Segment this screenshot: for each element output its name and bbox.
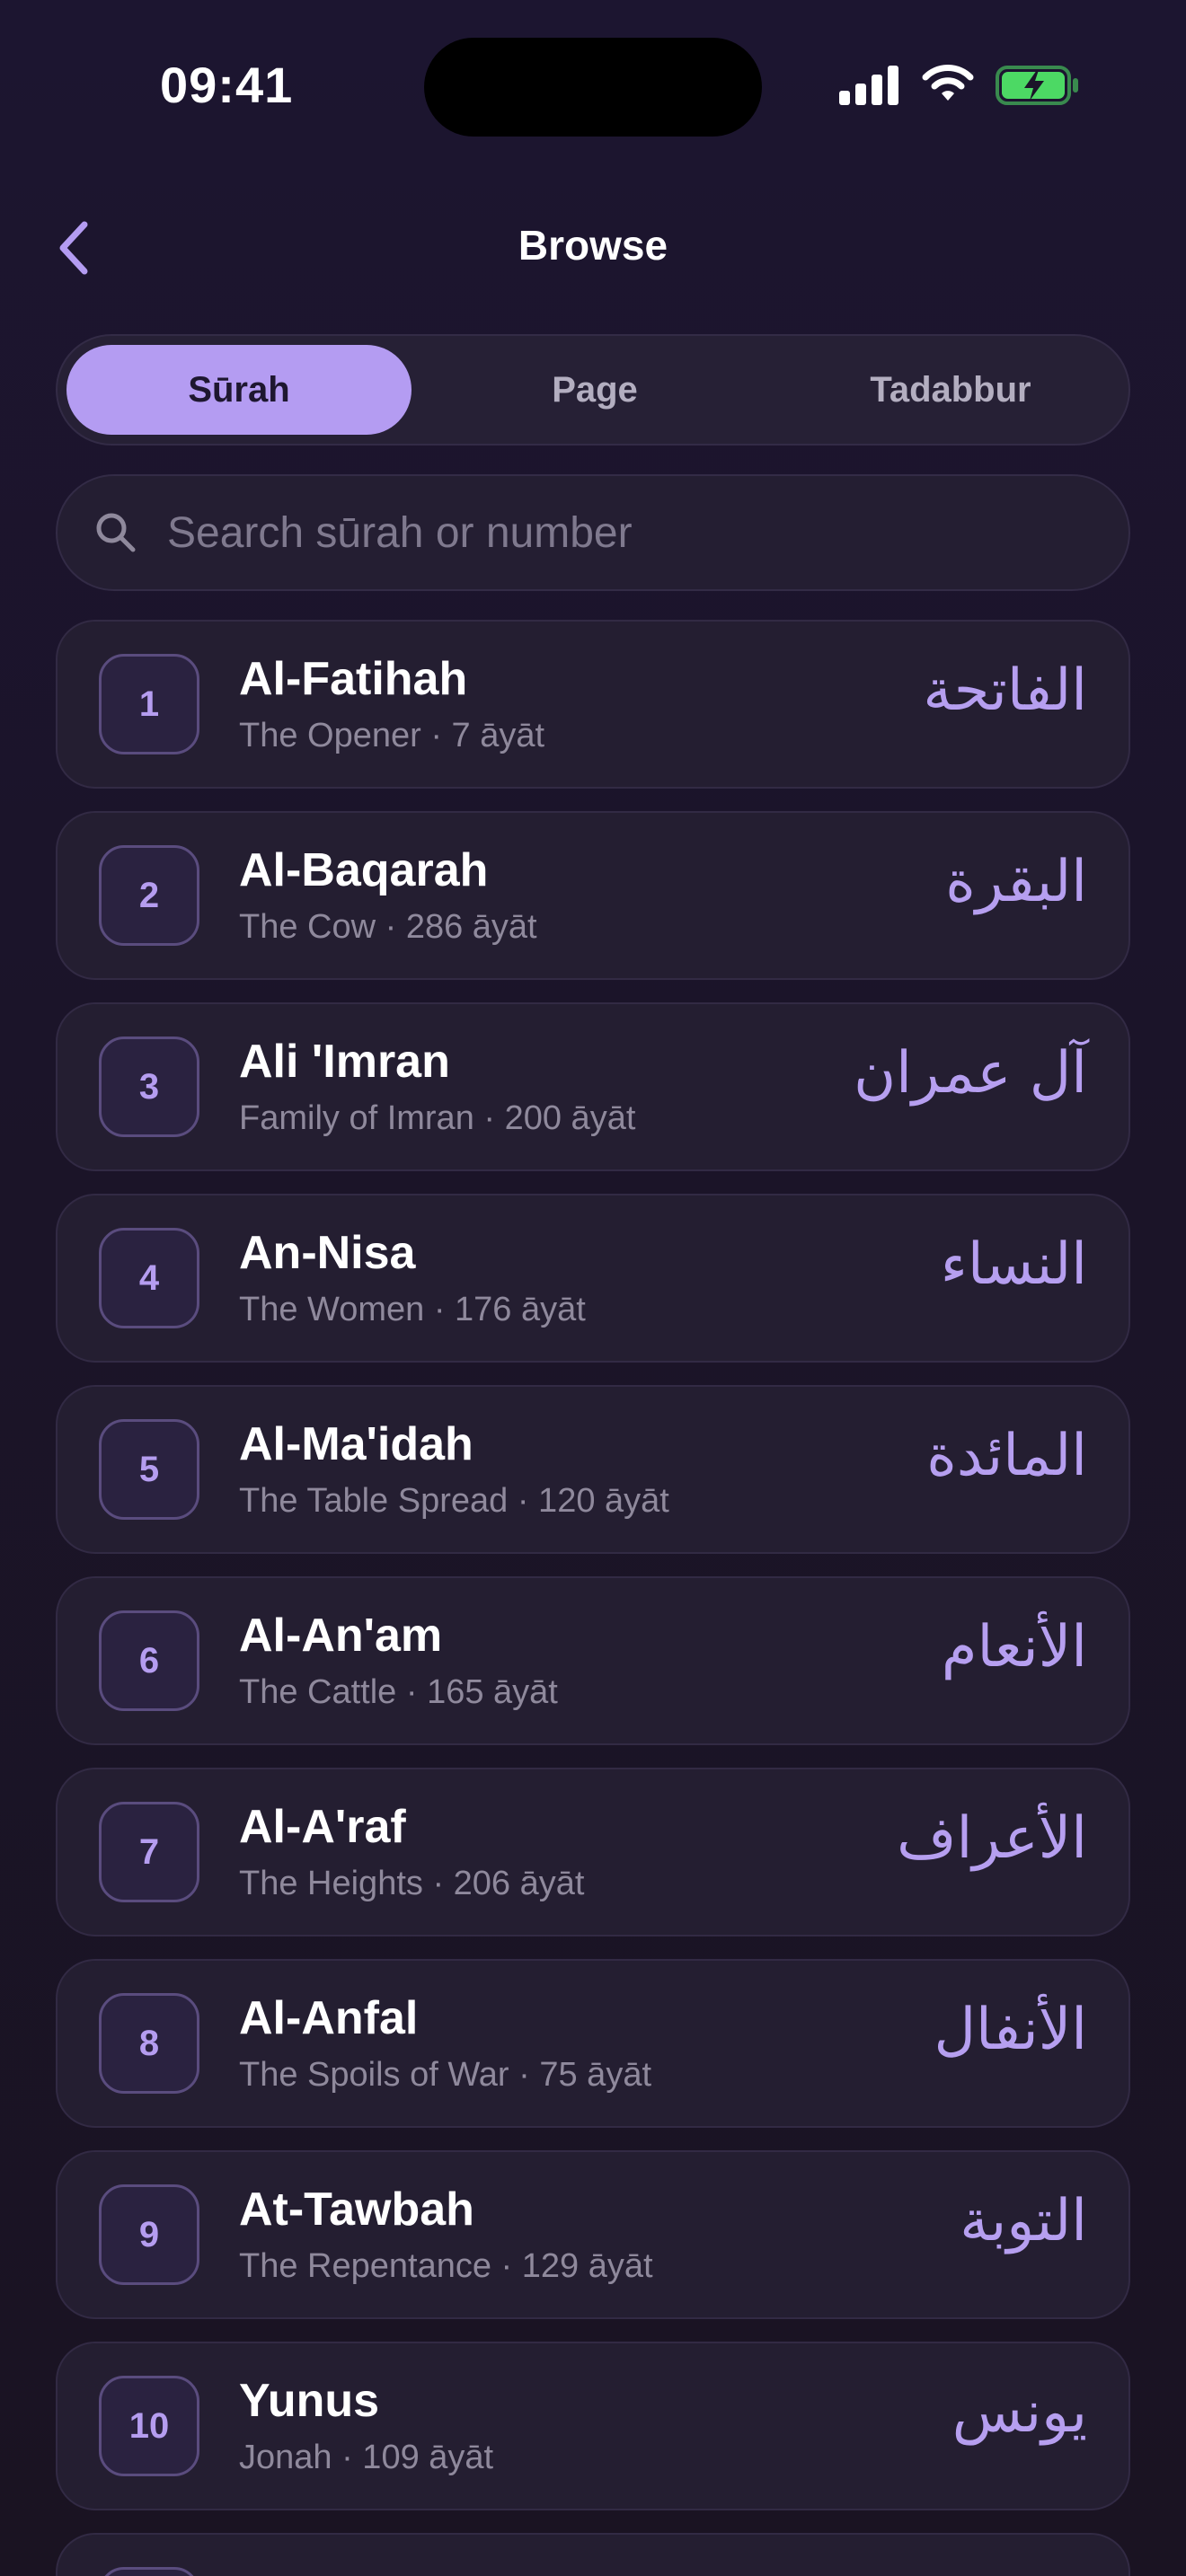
surah-row[interactable]: 1 Al-Fatihah The Opener · 7 āyāt الفاتحة — [56, 620, 1130, 789]
surah-name: Yunus — [239, 2375, 380, 2427]
tab-surah[interactable]: Sūrah — [66, 345, 412, 435]
surah-arabic-name: النساء — [940, 1231, 1087, 1298]
surah-row[interactable]: 8 Al-Anfal The Spoils of War · 75 āyāt ا… — [56, 1959, 1130, 2128]
tab-page[interactable]: Page — [422, 345, 767, 435]
status-bar: 09:41 — [0, 0, 1186, 171]
surah-name: Al-Baqarah — [239, 844, 489, 896]
surah-row[interactable]: 10 Yunus Jonah · 109 āyāt يونس — [56, 2342, 1130, 2510]
cellular-signal-icon — [839, 66, 898, 105]
surah-arabic-name: آل عمران — [854, 1040, 1087, 1107]
surah-arabic-name: الأنفال — [934, 1997, 1087, 2063]
dynamic-island — [424, 38, 762, 137]
surah-number-badge: 5 — [99, 1419, 199, 1520]
surah-arabic-name: المائدة — [926, 1423, 1087, 1489]
wifi-icon — [922, 65, 974, 101]
surah-number-badge — [99, 2567, 199, 2576]
surah-arabic-name: الأعراف — [897, 1805, 1087, 1872]
surah-name: Al-Anfal — [239, 1992, 419, 2044]
surah-number-badge: 2 — [99, 845, 199, 946]
surah-row[interactable]: 6 Al-An'am The Cattle · 165 āyāt الأنعام — [56, 1576, 1130, 1745]
surah-meta: The Table Spread · 120 āyāt — [239, 1482, 669, 1520]
surah-name: Al-Ma'idah — [239, 1418, 474, 1470]
surah-meta: The Opener · 7 āyāt — [239, 717, 545, 754]
surah-row[interactable]: 7 Al-A'raf The Heights · 206 āyāt الأعرا… — [56, 1768, 1130, 1936]
surah-meta: The Heights · 206 āyāt — [239, 1865, 585, 1902]
surah-name: Al-Fatihah — [239, 653, 468, 705]
surah-row[interactable]: 2 Al-Baqarah The Cow · 286 āyāt البقرة — [56, 811, 1130, 980]
search-icon — [96, 513, 136, 552]
surah-meta: The Cow · 286 āyāt — [239, 908, 537, 946]
surah-meta: The Repentance · 129 āyāt — [239, 2247, 653, 2285]
surah-row[interactable]: 3 Ali 'Imran Family of Imran · 200 āyāt … — [56, 1002, 1130, 1171]
surah-meta: The Cattle · 165 āyāt — [239, 1673, 558, 1711]
surah-number-badge: 3 — [99, 1037, 199, 1137]
surah-name: Ali 'Imran — [239, 1036, 450, 1088]
surah-row[interactable]: 9 At-Tawbah The Repentance · 129 āyāt ال… — [56, 2150, 1130, 2319]
surah-name: An-Nisa — [239, 1227, 416, 1279]
segmented-control: Sūrah Page Tadabbur — [56, 334, 1130, 446]
surah-arabic-name: البقرة — [945, 849, 1087, 915]
search-input[interactable] — [167, 494, 1102, 571]
surah-row-partial[interactable] — [56, 2533, 1130, 2576]
surah-number-badge: 9 — [99, 2184, 199, 2285]
surah-meta: Family of Imran · 200 āyāt — [239, 1099, 636, 1137]
surah-name: At-Tawbah — [239, 2183, 474, 2236]
surah-number-badge: 6 — [99, 1610, 199, 1711]
status-time: 09:41 — [160, 57, 294, 113]
browse-screen: 09:41 Browse Sūrah Page Tadabbur Search … — [0, 0, 1186, 2576]
surah-name: Al-An'am — [239, 1610, 443, 1662]
surah-arabic-name: الفاتحة — [923, 657, 1087, 724]
surah-number-badge: 4 — [99, 1228, 199, 1328]
status-icons — [839, 63, 1080, 108]
surah-arabic-name: يونس — [951, 2379, 1087, 2446]
surah-number-badge: 1 — [99, 654, 199, 754]
surah-meta: The Spoils of War · 75 āyāt — [239, 2056, 652, 2094]
page-title: Browse — [518, 222, 668, 269]
surah-row[interactable]: 4 An-Nisa The Women · 176 āyāt النساء — [56, 1194, 1130, 1363]
surah-arabic-name: الأنعام — [941, 1614, 1087, 1681]
surah-meta: Jonah · 109 āyāt — [239, 2439, 494, 2476]
battery-charging-icon — [996, 66, 1078, 105]
surah-number-badge: 8 — [99, 1993, 199, 2094]
search-bar — [56, 474, 1130, 591]
surah-arabic-name: التوبة — [960, 2188, 1087, 2254]
surah-name: Al-A'raf — [239, 1801, 406, 1853]
surah-number-badge: 10 — [99, 2376, 199, 2476]
surah-row[interactable]: 5 Al-Ma'idah The Table Spread · 120 āyāt… — [56, 1385, 1130, 1554]
surah-number-badge: 7 — [99, 1802, 199, 1902]
surah-meta: The Women · 176 āyāt — [239, 1291, 586, 1328]
tab-tadabbur[interactable]: Tadabbur — [778, 345, 1123, 435]
